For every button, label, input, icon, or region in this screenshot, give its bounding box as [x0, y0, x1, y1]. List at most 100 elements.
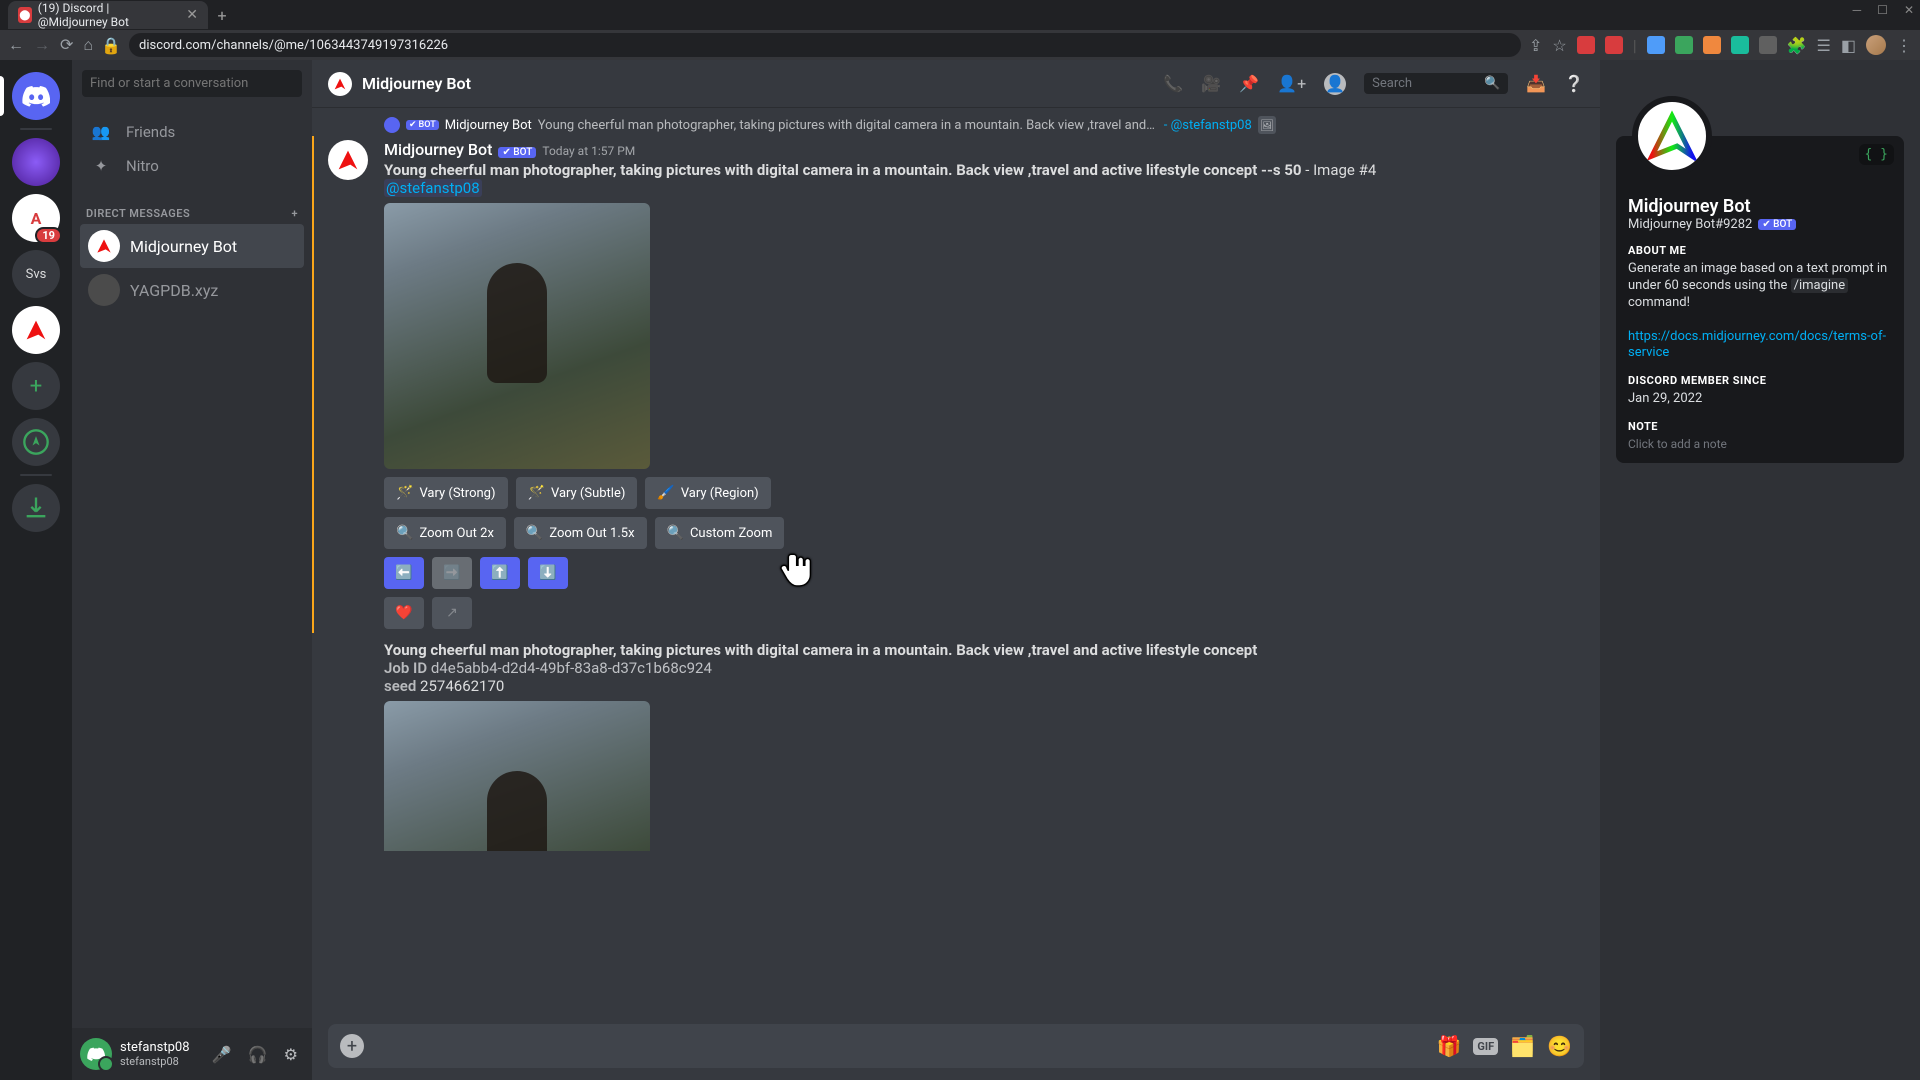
back-icon[interactable]: ← — [8, 35, 24, 55]
user-profile-icon[interactable]: 👤 — [1324, 73, 1346, 95]
arrow-right-icon: ➡️ — [443, 565, 460, 581]
chat-search[interactable]: Search 🔍 — [1364, 73, 1508, 94]
zoom-out-1_5x-button[interactable]: 🔍Zoom Out 1.5x — [514, 517, 647, 549]
address-bar[interactable] — [129, 33, 1521, 57]
gift-icon[interactable]: 🎁 — [1437, 1034, 1462, 1058]
user-avatar[interactable] — [80, 1038, 112, 1070]
messages-container[interactable]: ✔ BOT Midjourney Bot Young cheerful man … — [312, 108, 1600, 1024]
zoom-icon: 🔍 — [667, 525, 684, 541]
menu-icon[interactable]: ⋮ — [1896, 36, 1912, 55]
server-item-2[interactable]: A19 — [12, 194, 60, 242]
explore-servers-button[interactable] — [12, 418, 60, 466]
video-call-icon[interactable]: 🎥 — [1201, 74, 1221, 93]
add-friends-icon[interactable]: 👤+ — [1277, 74, 1306, 93]
discord-home-button[interactable] — [12, 72, 60, 120]
bookmark-icon[interactable]: ☆ — [1552, 36, 1566, 55]
side-panel-icon[interactable]: ◧ — [1841, 36, 1856, 55]
message-mention[interactable]: @stefanstp08 — [384, 179, 482, 197]
web-button[interactable]: ↗ — [432, 597, 472, 629]
user-panel: stefanstp08 stefanstp08 🎤 🎧 ⚙ — [72, 1028, 312, 1080]
download-apps-button[interactable] — [12, 484, 60, 532]
reply-avatar-icon — [384, 117, 400, 133]
user-name: stefanstp08 — [120, 1040, 198, 1055]
zoom-out-2x-button[interactable]: 🔍Zoom Out 2x — [384, 517, 506, 549]
share-icon[interactable]: ⇪ — [1529, 36, 1542, 55]
server-item-svs[interactable]: Svs — [12, 250, 60, 298]
extension-icon-4[interactable] — [1675, 36, 1693, 54]
close-icon[interactable]: ✕ — [1904, 3, 1914, 17]
generated-image[interactable] — [384, 203, 650, 469]
extension-icon-6[interactable] — [1731, 36, 1749, 54]
reply-mention[interactable]: - @stefanstp08 — [1164, 118, 1252, 133]
new-tab-button[interactable]: + — [208, 1, 236, 29]
pan-right-button[interactable]: ➡️ — [432, 557, 472, 589]
server-item-midjourney[interactable] — [12, 306, 60, 354]
create-dm-icon[interactable]: + — [291, 207, 298, 220]
browser-tab[interactable]: ⬤ (19) Discord | @Midjourney Bot ✕ — [8, 1, 208, 29]
window-controls: ─ ☐ ✕ — [1853, 3, 1914, 17]
dm-item-midjourney[interactable]: Midjourney Bot — [80, 224, 304, 268]
discord-favicon: ⬤ — [18, 7, 32, 23]
extensions-icon[interactable]: 🧩 — [1787, 36, 1807, 55]
docs-link[interactable]: https://docs.midjourney.com/docs/terms-o… — [1628, 329, 1886, 361]
help-icon[interactable]: ❔ — [1564, 74, 1584, 93]
settings-icon[interactable]: ⚙ — [278, 1039, 304, 1070]
extension-icon-3[interactable] — [1647, 36, 1665, 54]
midjourney-logo-icon — [22, 316, 50, 344]
friends-tab[interactable]: 👥 Friends — [80, 115, 304, 149]
header-avatar-icon — [328, 72, 352, 96]
extension-icon-7[interactable] — [1759, 36, 1777, 54]
tab-close-icon[interactable]: ✕ — [186, 7, 198, 23]
sticker-icon[interactable]: 🗂️ — [1510, 1034, 1535, 1058]
site-info-icon[interactable]: 🔒 — [101, 36, 121, 55]
vary-subtle-button[interactable]: 🪄Vary (Subtle) — [516, 477, 638, 509]
attach-button[interactable]: + — [340, 1034, 364, 1058]
reload-icon[interactable]: ⟳ — [60, 35, 73, 55]
message-author[interactable]: Midjourney Bot — [384, 140, 492, 159]
vary-region-button[interactable]: 🖌️Vary (Region) — [645, 477, 770, 509]
server-list: A19 Svs + — [0, 60, 72, 1080]
friends-icon: 👥 — [90, 123, 112, 141]
browser-chrome: ─ ☐ ✕ ⬤ (19) Discord | @Midjourney Bot ✕… — [0, 0, 1920, 60]
pan-left-button[interactable]: ⬅️ — [384, 557, 424, 589]
server-item-1[interactable] — [12, 138, 60, 186]
home-icon[interactable]: ⌂ — [83, 35, 93, 55]
vary-strong-button[interactable]: 🪄Vary (Strong) — [384, 477, 508, 509]
extension-icon-5[interactable] — [1703, 36, 1721, 54]
emoji-icon[interactable]: 😊 — [1547, 1034, 1572, 1058]
find-conversation-input[interactable] — [82, 70, 302, 97]
dm-item-yagpdb[interactable]: YAGPDB.xyz — [80, 268, 304, 312]
maximize-icon[interactable]: ☐ — [1877, 3, 1888, 17]
favorite-button[interactable]: ❤️ — [384, 597, 424, 629]
profile-badge[interactable]: { } — [1859, 144, 1894, 165]
profile-avatar[interactable] — [1632, 96, 1712, 176]
pinned-icon[interactable]: 📌 — [1239, 74, 1259, 93]
note-field[interactable]: Click to add a note — [1628, 437, 1892, 451]
nitro-tab[interactable]: ✦ Nitro — [80, 149, 304, 183]
pan-down-button[interactable]: ⬇️ — [528, 557, 568, 589]
reading-list-icon[interactable]: ☰ — [1817, 36, 1831, 55]
about-me-body: Generate an image based on a text prompt… — [1628, 261, 1892, 362]
inbox-icon[interactable]: 📥 — [1526, 74, 1546, 93]
sparkle-icon: 🪄 — [396, 485, 413, 501]
server-divider — [20, 128, 52, 130]
message-input[interactable]: + 🎁 GIF 🗂️ 😊 — [328, 1024, 1584, 1068]
minimize-icon[interactable]: ─ — [1853, 3, 1862, 17]
reply-context[interactable]: ✔ BOT Midjourney Bot Young cheerful man … — [328, 116, 1584, 134]
message-avatar[interactable] — [328, 140, 368, 180]
image-attachment-icon[interactable]: 🖼 — [1258, 116, 1276, 134]
custom-zoom-button[interactable]: 🔍Custom Zoom — [655, 517, 785, 549]
voice-call-icon[interactable]: 📞 — [1163, 74, 1183, 93]
generated-image-2[interactable] — [384, 701, 650, 851]
profile-avatar-icon[interactable] — [1866, 35, 1886, 55]
deafen-icon[interactable]: 🎧 — [242, 1039, 274, 1070]
extension-abp-icon[interactable] — [1577, 36, 1595, 54]
gif-button[interactable]: GIF — [1473, 1038, 1498, 1055]
extension-separator: | — [1633, 36, 1637, 55]
extension-icon-2[interactable] — [1605, 36, 1623, 54]
pan-up-button[interactable]: ⬆️ — [480, 557, 520, 589]
reply-text: Young cheerful man photographer, taking … — [538, 118, 1158, 133]
add-server-button[interactable]: + — [12, 362, 60, 410]
forward-icon[interactable]: → — [34, 35, 50, 55]
mute-icon[interactable]: 🎤 — [206, 1039, 238, 1070]
